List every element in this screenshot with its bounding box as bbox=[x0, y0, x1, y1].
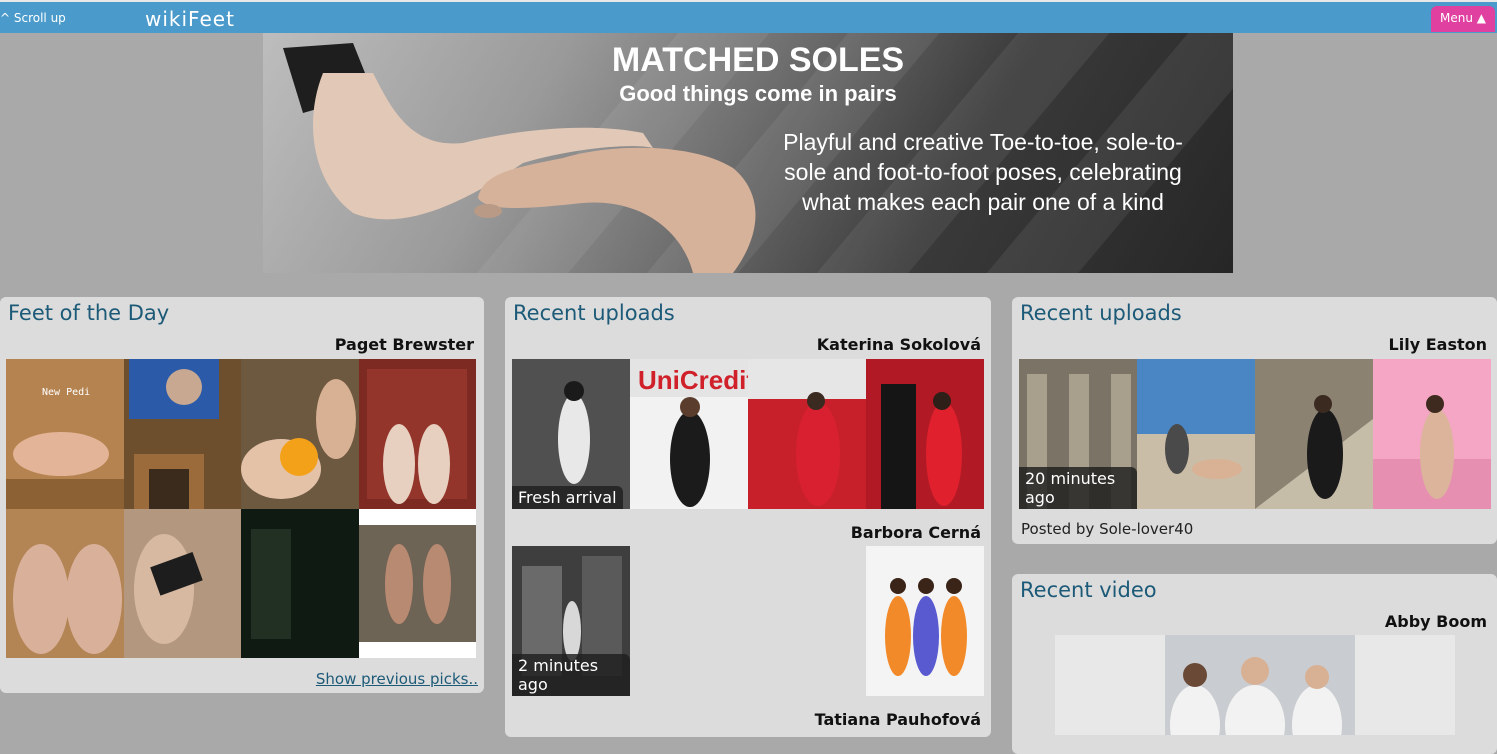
banner-subtitle: Good things come in pairs bbox=[619, 81, 897, 106]
gallery-photo[interactable]: 2 minutes ago bbox=[512, 546, 630, 696]
posted-by-text: Posted by Sole-lover40 bbox=[1021, 520, 1194, 538]
upload-badge: 20 minutes ago bbox=[1019, 467, 1137, 509]
top-bar: ^ Scroll up wikiFeet Menu ▲ bbox=[0, 0, 1497, 33]
celebrity-name[interactable]: Tatiana Pauhofová bbox=[815, 710, 981, 729]
gallery-photo[interactable] bbox=[1373, 359, 1491, 509]
celebrity-name[interactable]: Katerina Sokolová bbox=[817, 335, 981, 354]
gallery-photo[interactable] bbox=[1137, 359, 1255, 509]
gallery-photo[interactable]: 20 minutes ago bbox=[1019, 359, 1137, 509]
recent-uploads-card: Recent uploads Katerina Sokolová Fresh a… bbox=[505, 297, 991, 737]
gallery-photo[interactable] bbox=[359, 509, 476, 658]
promo-banner[interactable]: MATCHED SOLES Good things come in pairs … bbox=[263, 33, 1233, 273]
gallery-photo[interactable] bbox=[748, 359, 866, 509]
menu-button[interactable]: Menu ▲ bbox=[1431, 6, 1495, 32]
gallery-photo[interactable] bbox=[241, 359, 359, 509]
feet-of-the-day-card: Feet of the Day Paget Brewster New Pedi … bbox=[0, 297, 484, 693]
card-title: Recent uploads bbox=[1020, 301, 1182, 325]
video-thumbnail[interactable] bbox=[1055, 635, 1455, 735]
gallery-photo[interactable] bbox=[124, 509, 241, 658]
card-title: Recent uploads bbox=[513, 301, 675, 325]
gallery-photo[interactable]: UniCredit bbox=[630, 359, 748, 509]
gallery-photo[interactable] bbox=[866, 546, 984, 696]
celebrity-name[interactable]: Lily Easton bbox=[1389, 335, 1487, 354]
gallery-photo[interactable]: Fresh arrival bbox=[512, 359, 630, 509]
photo-caption: New Pedi bbox=[42, 387, 91, 398]
gallery-photo[interactable] bbox=[6, 509, 124, 658]
gallery-photo[interactable]: New Pedi bbox=[6, 359, 124, 509]
card-title: Recent video bbox=[1020, 578, 1157, 602]
celebrity-name[interactable]: Paget Brewster bbox=[335, 335, 474, 354]
banner-title: MATCHED SOLES bbox=[611, 41, 905, 79]
recent-video-card: Recent video Abby Boom bbox=[1012, 574, 1497, 754]
scroll-up-link[interactable]: ^ Scroll up bbox=[0, 11, 66, 25]
celebrity-name[interactable]: Abby Boom bbox=[1385, 612, 1487, 631]
gallery-photo[interactable] bbox=[359, 359, 476, 509]
site-logo[interactable]: wikiFeet bbox=[145, 7, 235, 31]
sign-text: UniCredit bbox=[638, 365, 748, 395]
card-title: Feet of the Day bbox=[8, 301, 170, 325]
recent-uploads-card: Recent uploads Lily Easton 20 minutes ag… bbox=[1012, 297, 1497, 544]
upload-badge: 2 minutes ago bbox=[512, 654, 630, 696]
gallery-photo[interactable] bbox=[124, 359, 241, 509]
gallery-photo[interactable] bbox=[241, 509, 359, 658]
banner-description: Playful and creative Toe-to-toe, sole-to… bbox=[783, 129, 1183, 215]
celebrity-name[interactable]: Barbora Cerná bbox=[851, 523, 981, 542]
show-previous-picks-link[interactable]: Show previous picks.. bbox=[316, 670, 478, 688]
upload-badge: Fresh arrival bbox=[512, 486, 623, 509]
gallery-photo[interactable] bbox=[866, 359, 984, 509]
gallery-photo[interactable] bbox=[1255, 359, 1373, 509]
